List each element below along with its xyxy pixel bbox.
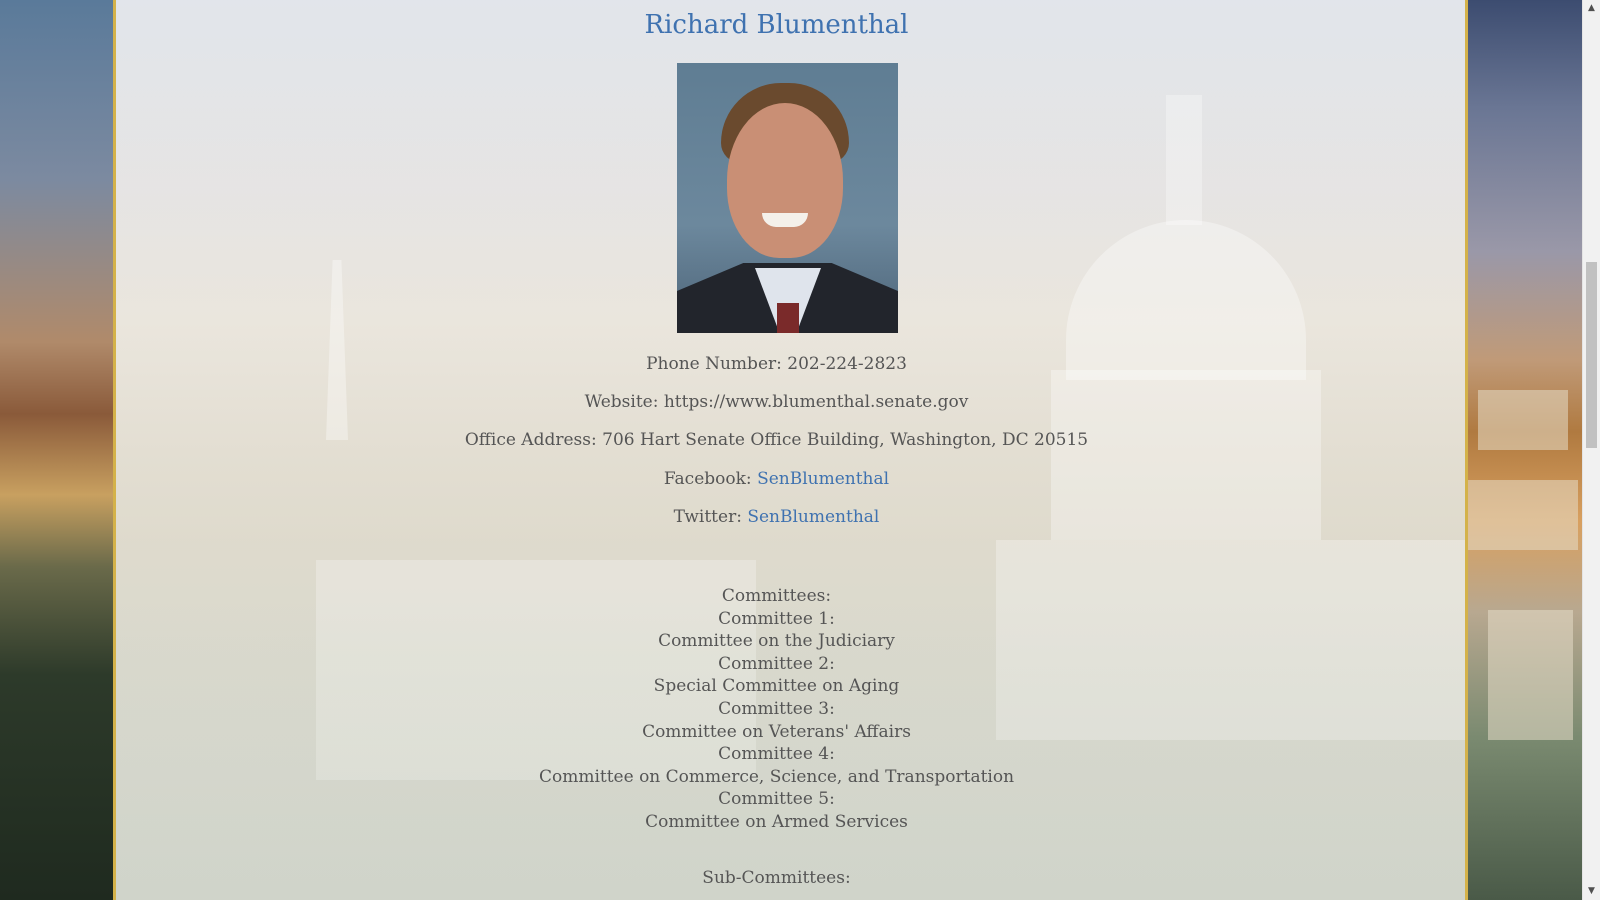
sub-committees-heading: Sub-Committees: [702, 868, 851, 888]
facebook-link[interactable]: SenBlumenthal [757, 469, 889, 489]
committee-name: Committee on the Judiciary [658, 631, 895, 652]
committee-label: Committee 1: [718, 608, 835, 629]
twitter-link[interactable]: SenBlumenthal [747, 507, 879, 527]
website-label: Website: [584, 392, 659, 412]
committee-label: Committee 5: [718, 789, 835, 810]
website-line: Website: https://www.blumenthal.senate.g… [113, 392, 1440, 412]
website-value: https://www.blumenthal.senate.gov [663, 392, 969, 412]
committee-label: Committee 3: [718, 698, 835, 719]
office-address-line: Office Address: 706 Hart Senate Office B… [113, 430, 1440, 450]
twitter-label: Twitter: [673, 507, 742, 527]
office-label: Office Address: [464, 430, 597, 450]
phone-label: Phone Number: [646, 354, 782, 374]
office-value: 706 Hart Senate Office Building, Washing… [602, 430, 1089, 450]
scroll-up-icon[interactable]: ▲ [1583, 0, 1600, 17]
committee-name: Committee on Commerce, Science, and Tran… [538, 766, 1015, 787]
phone-value: 202-224-2823 [787, 354, 907, 374]
committee-label: Committee 2: [718, 653, 835, 674]
phone-line: Phone Number: 202-224-2823 [113, 354, 1440, 374]
background-edge-right [1468, 0, 1582, 900]
committee-name: Committee on Armed Services [645, 811, 908, 832]
background-edge-left [0, 0, 113, 900]
capitol-statue-bg [1166, 95, 1202, 225]
vertical-scrollbar[interactable]: ▲ ▼ [1582, 0, 1600, 900]
twitter-line: Twitter: SenBlumenthal [113, 507, 1440, 527]
committees-list: Committees: Committee 1: Committee on th… [113, 585, 1440, 834]
scroll-down-icon[interactable]: ▼ [1583, 883, 1600, 900]
committee-label: Committee 4: [718, 744, 835, 765]
scrollbar-thumb[interactable] [1586, 262, 1597, 448]
facebook-line: Facebook: SenBlumenthal [113, 469, 1440, 489]
facebook-label: Facebook: [663, 469, 752, 489]
senator-name: Richard Blumenthal [644, 10, 909, 40]
committee-name: Special Committee on Aging [653, 676, 900, 697]
senator-photo [677, 63, 898, 333]
washington-monument-bg [326, 260, 348, 440]
committees-heading: Committees: [721, 586, 832, 606]
committee-name: Committee on Veterans' Affairs [642, 721, 911, 742]
